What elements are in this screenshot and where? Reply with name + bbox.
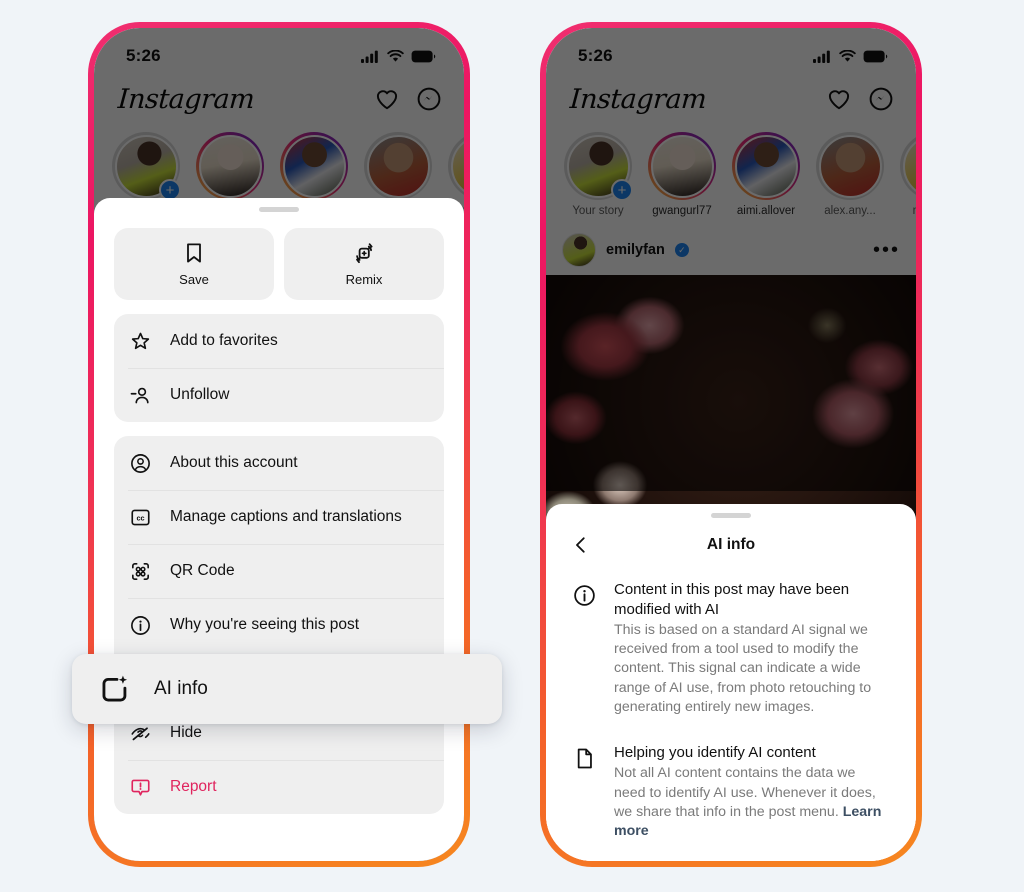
remix-label: Remix (345, 272, 383, 287)
phone-mockup-right: 5:26 (540, 22, 922, 867)
remix-button[interactable]: Remix (284, 228, 444, 300)
dim-overlay[interactable] (546, 28, 916, 491)
qr-code-icon (128, 559, 152, 583)
eye-slash-icon (128, 721, 152, 745)
post-options-sheet: Save Remix Add to favorites Unfollow Abo… (94, 198, 464, 861)
menu-item-label: About this account (170, 454, 298, 471)
menu-item-about-this-account[interactable]: Manage captions and translations About t… (114, 436, 444, 490)
ai-info-section-modified: Content in this post may have been modif… (556, 568, 906, 717)
ai-info-body-text: Not all AI content contains the data we … (614, 765, 876, 820)
save-label: Save (179, 272, 209, 287)
svg-text:cc: cc (136, 513, 144, 522)
ai-info-section-identify: Helping you identify AI content Not all … (556, 717, 906, 841)
ai-info-body: Not all AI content contains the data we … (614, 764, 890, 841)
ai-sparkle-icon (98, 672, 132, 706)
menu-group-follow: Add to favorites Unfollow (114, 314, 444, 422)
menu-item-label: Report (170, 778, 217, 795)
menu-item-manage-captions[interactable]: cc Manage captions and translations (114, 490, 444, 544)
menu-item-why-seeing-post[interactable]: Why you're seeing this post (114, 598, 444, 652)
ai-info-callout-label: AI info (154, 678, 208, 699)
menu-item-label: Add to favorites (170, 332, 278, 349)
menu-item-label: Unfollow (170, 386, 230, 403)
menu-item-report[interactable]: Report (114, 760, 444, 814)
info-circle-icon (128, 613, 152, 637)
ai-info-heading: Content in this post may have been modif… (614, 581, 850, 618)
menu-item-qr-code[interactable]: QR Code (114, 544, 444, 598)
menu-item-label: QR Code (170, 562, 235, 579)
phone-screen-left: 5:26 (94, 28, 464, 861)
ai-info-heading: Helping you identify AI content (614, 743, 816, 761)
star-icon (128, 329, 152, 353)
account-circle-icon (128, 451, 152, 475)
person-minus-icon (128, 383, 152, 407)
report-icon (128, 775, 152, 799)
ai-info-callout[interactable]: AI info (72, 654, 502, 724)
save-button[interactable]: Save (114, 228, 274, 300)
closed-captions-icon: cc (128, 505, 152, 529)
quick-actions-row: Save Remix (104, 212, 454, 300)
menu-item-unfollow[interactable]: Unfollow (114, 368, 444, 422)
ai-info-body: This is based on a standard AI signal we… (614, 622, 872, 715)
phone-screen-right: 5:26 (546, 28, 916, 861)
menu-item-label: Manage captions and translations (170, 508, 402, 525)
ai-info-section-text: Helping you identify AI content Not all … (614, 743, 890, 841)
info-circle-icon (572, 580, 598, 717)
remix-icon (356, 243, 373, 264)
menu-item-label: Why you're seeing this post (170, 616, 360, 633)
menu-group-post-actions: Manage captions and translations About t… (114, 436, 444, 814)
ai-info-section-text: Content in this post may have been modif… (614, 580, 890, 717)
ai-info-sheet: AI info Content in this post may have be… (546, 504, 916, 861)
phone-mockup-left: 5:26 (88, 22, 470, 867)
page-root: 5:26 (0, 0, 1024, 892)
ai-info-navbar: AI info (556, 522, 906, 568)
menu-item-add-to-favorites[interactable]: Add to favorites (114, 314, 444, 368)
document-icon (572, 743, 598, 841)
ai-info-title: AI info (706, 536, 756, 553)
menu-item-label: Hide (170, 724, 202, 741)
sheet-grabber[interactable] (711, 513, 751, 518)
bookmark-icon (187, 243, 201, 263)
